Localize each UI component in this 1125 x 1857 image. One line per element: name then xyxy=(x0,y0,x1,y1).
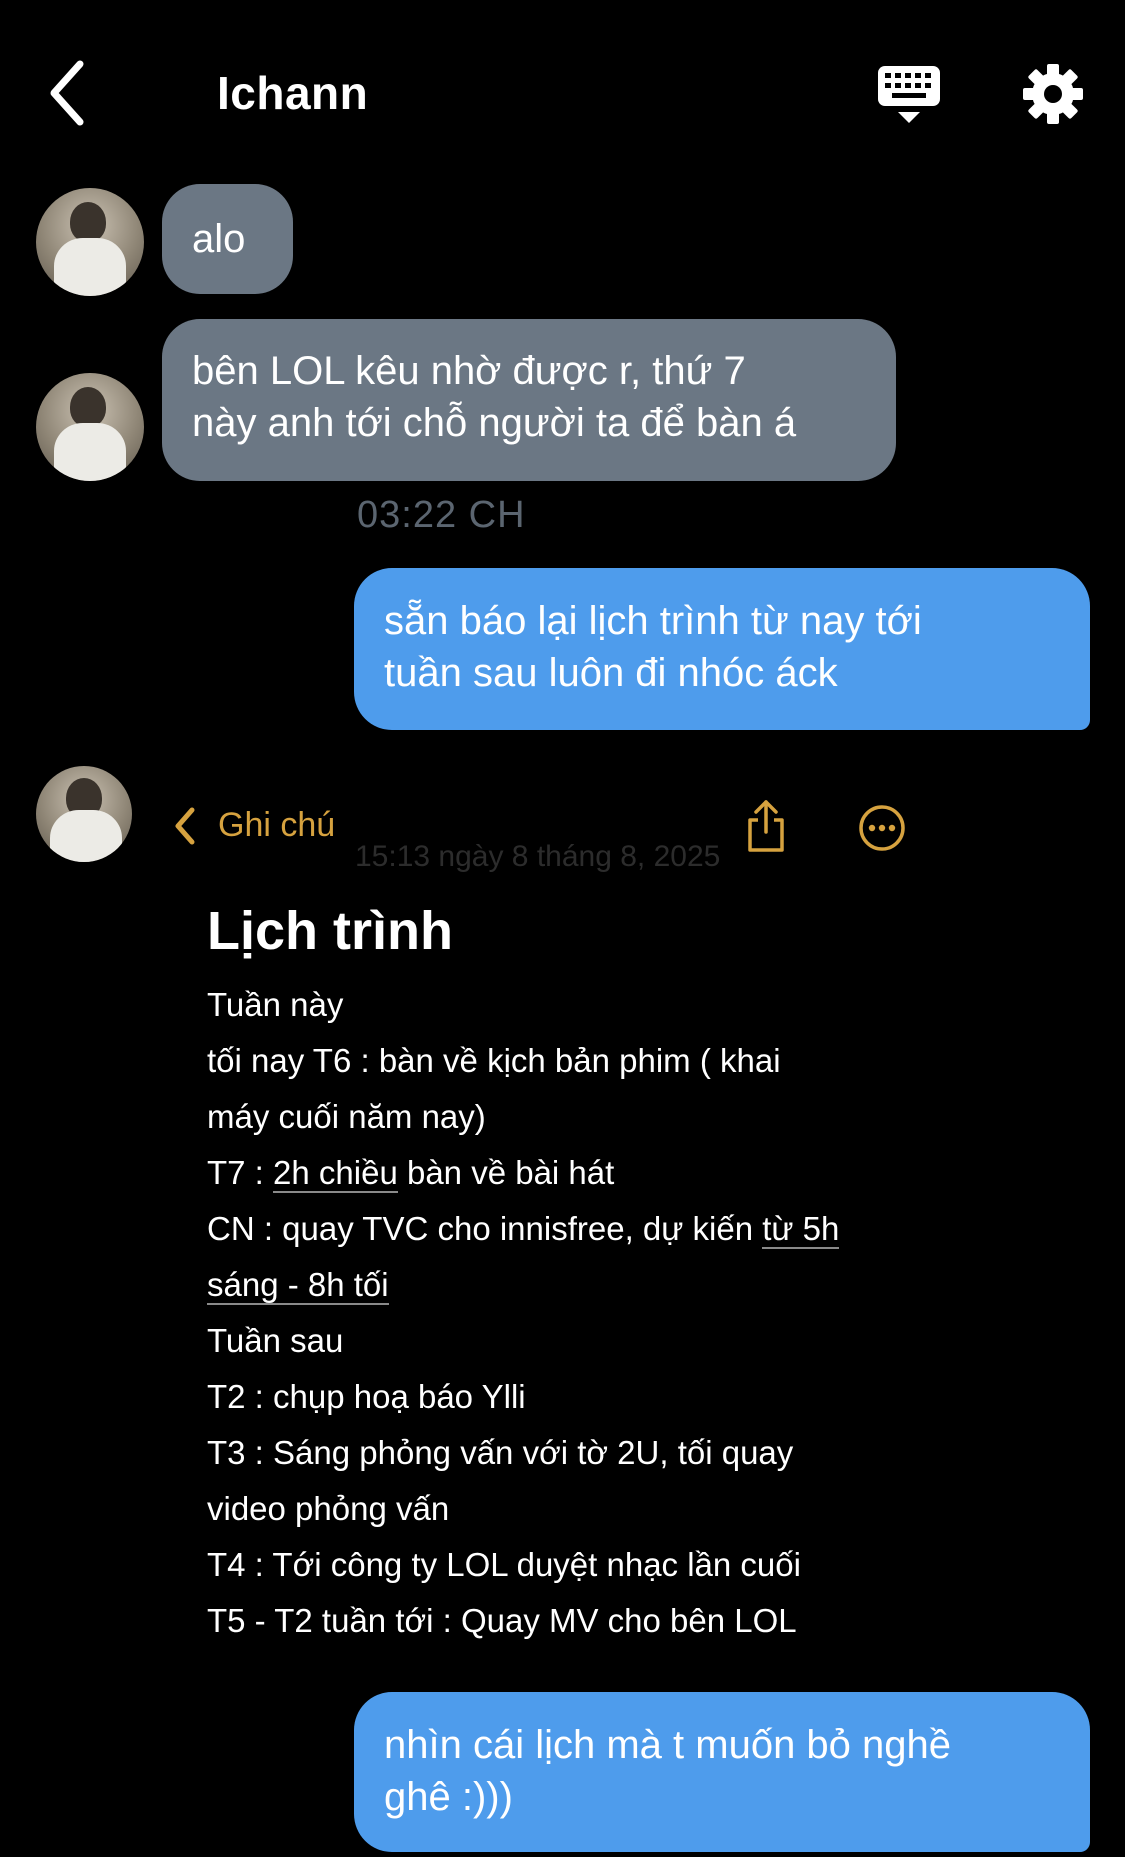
message-text: này anh tới chỗ người ta để bàn á xyxy=(192,401,797,445)
note-line: Tuần sau xyxy=(207,1322,344,1359)
back-chevron-icon[interactable] xyxy=(44,58,94,128)
note-line: T5 - T2 tuần tới : Quay MV cho bên LOL xyxy=(207,1602,797,1639)
note-line: CN : quay TVC cho innisfree, dự kiến từ … xyxy=(207,1210,840,1249)
avatar[interactable] xyxy=(36,766,132,862)
note-line: T2 : chụp hoạ báo Ylli xyxy=(207,1378,526,1415)
note-line: video phỏng vấn xyxy=(207,1490,450,1527)
note-line: máy cuối năm nay) xyxy=(207,1098,486,1135)
note-date: 15:13 ngày 8 tháng 8, 2025 xyxy=(355,840,721,873)
chat-title: Ichann xyxy=(217,67,369,119)
note-heading: Lịch trình xyxy=(207,901,453,961)
note-line: T3 : Sáng phỏng vấn với tờ 2U, tối quay xyxy=(207,1434,794,1471)
note-line: tối nay T6 : bàn về kịch bản phim ( khai xyxy=(207,1042,781,1079)
message-text: nhìn cái lịch mà t muốn bỏ nghề xyxy=(384,1723,952,1767)
message-text: sẵn báo lại lịch trình từ nay tới xyxy=(384,599,922,643)
gear-icon[interactable] xyxy=(1021,62,1085,126)
incoming-message[interactable]: bên LOL kêu nhờ được r, thứ 7 này anh tớ… xyxy=(162,319,896,481)
underlined-time: sáng - 8h tối xyxy=(207,1266,389,1305)
message-text: ghê :))) xyxy=(384,1775,513,1819)
underlined-time: 2h chiều xyxy=(273,1154,398,1193)
outgoing-message[interactable]: nhìn cái lịch mà t muốn bỏ nghề ghê :))) xyxy=(354,1692,1090,1852)
more-options-icon xyxy=(859,805,905,851)
note-line: T7 : 2h chiều bàn về bài hát xyxy=(207,1154,615,1193)
note-line: Tuần này xyxy=(207,986,344,1023)
avatar[interactable] xyxy=(36,373,144,481)
note-line: T4 : Tới công ty LOL duyệt nhạc lần cuối xyxy=(207,1546,801,1583)
underlined-time: từ 5h xyxy=(762,1210,840,1249)
avatar[interactable] xyxy=(36,188,144,296)
message-text: bên LOL kêu nhờ được r, thứ 7 xyxy=(192,349,746,393)
share-icon xyxy=(748,800,784,852)
chevron-left-icon xyxy=(175,807,195,845)
outgoing-message[interactable]: sẵn báo lại lịch trình từ nay tới tuần s… xyxy=(354,568,1090,730)
message-text: alo xyxy=(192,217,246,261)
message-timestamp: 03:22 CH xyxy=(357,494,526,536)
note-line: sáng - 8h tối xyxy=(207,1266,389,1305)
keyboard-icon[interactable] xyxy=(876,62,942,128)
notes-back-label: Ghi chú xyxy=(218,806,336,844)
message-text: tuần sau luôn đi nhóc áck xyxy=(384,651,838,695)
incoming-message[interactable]: alo xyxy=(162,184,293,294)
